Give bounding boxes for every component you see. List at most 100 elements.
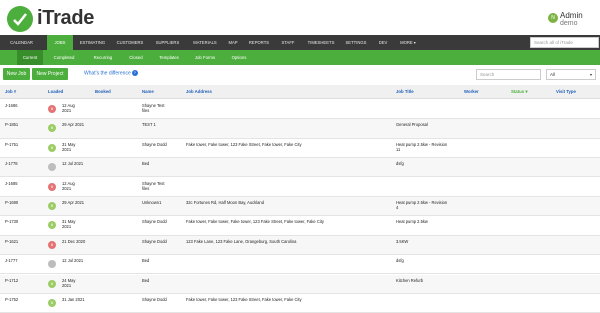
col-status[interactable]: Status ▾ bbox=[511, 85, 527, 99]
tab-closed[interactable]: Closed bbox=[124, 50, 148, 65]
col-visit-type[interactable]: Visit Type bbox=[556, 85, 576, 99]
table-row[interactable]: J-1777 12 Jul 2021 Bed dsfg bbox=[0, 255, 600, 275]
nav-customers[interactable]: CUSTOMERS bbox=[112, 35, 148, 50]
loaded-by-avatar bbox=[48, 163, 56, 172]
job-number[interactable]: J-1777 bbox=[5, 258, 18, 263]
job-number[interactable]: P-1751 bbox=[5, 142, 18, 147]
loaded-date-year: 2021 bbox=[62, 224, 72, 230]
col-loaded[interactable]: Loaded bbox=[48, 85, 63, 99]
table-header: Job # Loaded Booked Name Job Address Job… bbox=[0, 85, 600, 99]
nav-more[interactable]: MORE ▾ bbox=[394, 35, 422, 50]
col-job[interactable]: Job # bbox=[5, 85, 16, 99]
job-name-line2: files bbox=[142, 185, 150, 191]
table-row[interactable]: J-1778 12 Jul 2021 Bed dsfg bbox=[0, 158, 600, 178]
tab-templates[interactable]: Templates bbox=[152, 50, 186, 65]
job-number[interactable]: J-1685 bbox=[5, 181, 18, 186]
table-row[interactable]: P-1851 N 29 Apr 2021 TEST 1 General Proposal bbox=[0, 119, 600, 139]
col-worker[interactable]: Worker bbox=[464, 85, 479, 99]
job-title: General Proposal bbox=[396, 122, 428, 128]
loaded-by-avatar: N bbox=[48, 202, 56, 210]
job-name: TEST 1 bbox=[142, 122, 156, 128]
job-address: 123 Fake Lane, 123 Fake Lane, Orangeburg… bbox=[186, 238, 297, 244]
nav-timesheets[interactable]: TIMESHEETS bbox=[301, 35, 341, 50]
nav-suppliers[interactable]: SUPPLIERS bbox=[149, 35, 186, 50]
nav-materials[interactable]: MATERIALS bbox=[187, 35, 223, 50]
job-name: Unknown1 bbox=[142, 200, 162, 205]
job-number[interactable]: P-1712 bbox=[5, 278, 18, 283]
job-title-line2: 11 bbox=[396, 146, 401, 152]
status-filter-select[interactable]: All ▾ bbox=[546, 69, 596, 80]
table-row[interactable]: P-1752 N 31 Jan 2021 Shayne Dodd Fake tower,… bbox=[0, 294, 600, 313]
brand-name: iTrade bbox=[37, 7, 95, 29]
user-name[interactable]: Admin bbox=[560, 11, 583, 20]
job-number[interactable]: P-1621 bbox=[5, 239, 18, 244]
table-row[interactable]: P-1730 N 31 May 2021 Shayne Dodd Fake tower, … bbox=[0, 216, 600, 236]
nav-calendar[interactable]: CALENDAR bbox=[0, 35, 43, 50]
loaded-by-avatar bbox=[48, 260, 56, 269]
loaded-date: 21 Dec 2020 bbox=[62, 238, 86, 244]
nav-staff[interactable]: STAFF bbox=[275, 35, 301, 50]
difference-link-text[interactable]: What's the difference bbox=[84, 70, 131, 76]
app-header: iTrade N Admin demo bbox=[0, 0, 600, 35]
tab-current[interactable]: Current bbox=[17, 50, 43, 65]
loaded-by-avatar: N bbox=[48, 182, 56, 191]
loaded-by-avatar: N bbox=[48, 221, 56, 230]
loaded-date-year: 2021 bbox=[62, 108, 72, 113]
table-row[interactable]: J-1685 N 12 Aug 2021 Shayne Test files bbox=[0, 178, 600, 197]
loaded-by-avatar: N bbox=[48, 143, 56, 152]
job-name: Bed bbox=[142, 161, 150, 167]
tab-completed[interactable]: Completed bbox=[47, 50, 81, 65]
nav-jobs[interactable]: JOBS bbox=[47, 35, 73, 50]
loaded-by-avatar: N bbox=[48, 105, 56, 113]
loaded-by-avatar: N bbox=[48, 124, 56, 133]
job-number[interactable]: J-1778 bbox=[5, 161, 18, 166]
nav-dev[interactable]: DEV bbox=[372, 35, 394, 50]
job-number[interactable]: P-1690 bbox=[5, 200, 18, 205]
loaded-date: 29 Apr 2021 bbox=[62, 122, 85, 128]
job-address: Fake tower, Fake tower, Fake tower, 123 … bbox=[186, 219, 324, 225]
tab-job-forms[interactable]: Job Forms bbox=[190, 50, 220, 65]
job-search-input[interactable]: Search bbox=[476, 69, 541, 80]
nav-reports[interactable]: REPORTS bbox=[244, 35, 274, 50]
loaded-date-year: 2021 bbox=[62, 185, 72, 191]
new-job-button[interactable]: New Job bbox=[3, 68, 30, 80]
job-title: Heat pump 2.5kw bbox=[396, 219, 428, 225]
itrade-logo-icon[interactable] bbox=[7, 6, 33, 32]
user-avatar[interactable]: N bbox=[548, 13, 558, 23]
help-icon[interactable]: ? bbox=[131, 70, 138, 76]
table-row[interactable]: P-1690 N 29 Apr 2021 Unknown1 32c Fortunes R… bbox=[0, 197, 600, 217]
job-name: Shayne Dodd bbox=[142, 141, 167, 147]
job-title: Heat pump 2.5kw - Revision bbox=[396, 141, 448, 147]
col-title[interactable]: Job Title bbox=[396, 85, 414, 99]
loaded-by-avatar: N bbox=[48, 279, 56, 288]
table-row[interactable]: P-1751 N 31 May 2021 Shayne Dodd Fake tower, … bbox=[0, 139, 600, 159]
job-title: Heat pump 2.5kw - Revision bbox=[396, 200, 448, 205]
col-booked[interactable]: Booked bbox=[95, 85, 111, 99]
col-name[interactable]: Name bbox=[142, 85, 154, 99]
difference-link[interactable]: What's the difference? bbox=[84, 70, 138, 76]
job-title-line2: 4 bbox=[396, 205, 399, 210]
table-row[interactable]: P-1712 N 24 May 2021 Bed Kitchen Refurb bbox=[0, 274, 600, 294]
job-address: 32c Fortunes Rd, Half Moon Bay, Auckland bbox=[186, 200, 264, 205]
nav-estimating[interactable]: ESTIMATING bbox=[74, 35, 111, 50]
tab-recurring[interactable]: Recurring bbox=[86, 50, 120, 65]
table-row[interactable]: P-1621 N 21 Dec 2020 Shayne Dodd 123 Fake La… bbox=[0, 235, 600, 256]
tab-options[interactable]: Options bbox=[224, 50, 254, 65]
nav-map[interactable]: MAP bbox=[223, 35, 243, 50]
status-filter-value: All bbox=[550, 72, 556, 77]
job-number[interactable]: P-1730 bbox=[5, 219, 18, 224]
table-row[interactable]: J-1686 N 12 Aug 2021 Shayne Test files bbox=[0, 100, 600, 120]
loaded-date: 29 Apr 2021 bbox=[62, 200, 85, 205]
job-name: Bed bbox=[142, 258, 150, 264]
nav-settings[interactable]: SETTINGS bbox=[341, 35, 371, 50]
job-name: Shayne Dodd bbox=[142, 219, 167, 225]
loaded-date-year: 2021 bbox=[62, 282, 72, 288]
global-search-input[interactable]: Search all of iTrade bbox=[530, 37, 599, 48]
job-number[interactable]: J-1686 bbox=[5, 103, 18, 108]
new-project-button[interactable]: New Project bbox=[32, 68, 68, 80]
job-address: Fake tower, Fake tower, 123 Fake Street,… bbox=[186, 141, 302, 147]
loaded-date: 12 Jul 2021 bbox=[62, 161, 84, 167]
job-title: dsfg bbox=[396, 258, 404, 264]
job-number[interactable]: P-1851 bbox=[5, 122, 18, 127]
col-address[interactable]: Job Address bbox=[186, 85, 212, 99]
